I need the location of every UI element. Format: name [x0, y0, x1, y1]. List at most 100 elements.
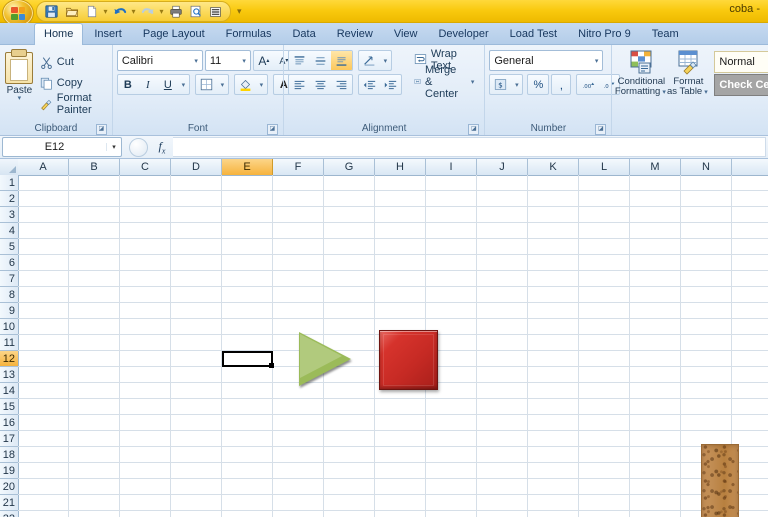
row-header-14[interactable]: 14: [0, 383, 18, 399]
red-square-shape[interactable]: [379, 330, 438, 390]
alignment-dialog-launcher[interactable]: ◪: [468, 124, 480, 135]
column-header-e[interactable]: E: [222, 159, 273, 175]
row-header-4[interactable]: 4: [0, 223, 18, 239]
tab-formulas[interactable]: Formulas: [216, 24, 282, 44]
row-header-5[interactable]: 5: [0, 239, 18, 255]
align-top-button[interactable]: [289, 51, 310, 70]
row-header-11[interactable]: 11: [0, 335, 18, 351]
insert-function-icon[interactable]: fx: [151, 139, 173, 155]
list-icon[interactable]: [207, 4, 224, 19]
row-header-12[interactable]: 12: [0, 351, 18, 367]
row-header-16[interactable]: 16: [0, 415, 18, 431]
cell-style-check-cell[interactable]: Check Ce: [714, 74, 768, 96]
row-header-21[interactable]: 21: [0, 495, 18, 511]
row-header-1[interactable]: 1: [0, 175, 18, 191]
undo-icon[interactable]: [111, 4, 128, 19]
column-header-n[interactable]: N: [681, 159, 732, 175]
row-header-18[interactable]: 18: [0, 447, 18, 463]
accounting-format-button[interactable]: $: [490, 75, 511, 94]
tab-nitro-pro-9[interactable]: Nitro Pro 9: [568, 24, 641, 44]
font-dialog-launcher[interactable]: ◪: [266, 124, 278, 135]
font-size-combo[interactable]: 11 ▾: [204, 50, 251, 71]
column-header-f[interactable]: F: [273, 159, 324, 175]
row-header-8[interactable]: 8: [0, 287, 18, 303]
name-box-dropdown-icon[interactable]: ▾: [106, 143, 121, 151]
name-box[interactable]: E12 ▾: [2, 137, 122, 157]
chevron-down-icon[interactable]: ▾: [593, 57, 601, 65]
font-name-combo[interactable]: Calibri ▾: [116, 50, 203, 71]
align-middle-button[interactable]: [310, 51, 331, 70]
row-header-13[interactable]: 13: [0, 367, 18, 383]
row-header-19[interactable]: 19: [0, 463, 18, 479]
formula-input[interactable]: [173, 137, 766, 157]
decrease-indent-button[interactable]: [359, 75, 380, 94]
underline-dropdown-icon[interactable]: ▾: [178, 75, 189, 94]
increase-decimal-button[interactable]: .00: [577, 75, 598, 94]
align-center-button[interactable]: [310, 75, 331, 94]
print-icon[interactable]: [167, 4, 184, 19]
chevron-down-icon[interactable]: ▾: [192, 57, 200, 65]
print-preview-icon[interactable]: [187, 4, 204, 19]
column-header-d[interactable]: D: [171, 159, 222, 175]
select-all-corner[interactable]: [0, 159, 19, 176]
column-header-i[interactable]: I: [426, 159, 477, 175]
increase-indent-button[interactable]: [380, 75, 401, 94]
row-header-17[interactable]: 17: [0, 431, 18, 447]
row-header-7[interactable]: 7: [0, 271, 18, 287]
tab-page-layout[interactable]: Page Layout: [133, 24, 215, 44]
underline-button[interactable]: U: [158, 75, 178, 94]
orientation-dropdown-icon[interactable]: ▾: [380, 51, 391, 70]
number-format-combo[interactable]: General ▾: [489, 50, 604, 71]
column-header-l[interactable]: L: [579, 159, 630, 175]
grow-font-button[interactable]: A ▴: [254, 51, 274, 70]
tab-data[interactable]: Data: [282, 24, 325, 44]
copy-button[interactable]: Copy: [35, 73, 108, 93]
tab-developer[interactable]: Developer: [428, 24, 498, 44]
align-right-button[interactable]: [331, 75, 352, 94]
format-as-table-button[interactable]: Format as Table ▾: [666, 50, 710, 98]
column-header-b[interactable]: B: [69, 159, 120, 175]
tab-load-test[interactable]: Load Test: [500, 24, 568, 44]
row-header-3[interactable]: 3: [0, 207, 18, 223]
cancel-formula-icon[interactable]: [129, 137, 148, 157]
row-header-10[interactable]: 10: [0, 319, 18, 335]
qat-customize-icon[interactable]: ▾: [237, 6, 242, 17]
fill-color-button[interactable]: [235, 75, 256, 94]
column-header-m[interactable]: M: [630, 159, 681, 175]
paste-button[interactable]: Paste ▾: [4, 49, 35, 102]
fill-color-dropdown-icon[interactable]: ▾: [256, 75, 267, 94]
open-icon[interactable]: [63, 4, 80, 19]
row-header-9[interactable]: 9: [0, 303, 18, 319]
chevron-down-icon[interactable]: ▾: [240, 57, 248, 65]
align-bottom-button[interactable]: [330, 51, 352, 70]
accounting-dropdown-icon[interactable]: ▾: [511, 75, 522, 94]
new-icon[interactable]: [83, 4, 100, 19]
number-dialog-launcher[interactable]: ◪: [595, 124, 607, 135]
paste-dropdown-icon[interactable]: ▾: [18, 95, 22, 102]
borders-dropdown-icon[interactable]: ▾: [217, 75, 228, 94]
row-header-2[interactable]: 2: [0, 191, 18, 207]
row-header-20[interactable]: 20: [0, 479, 18, 495]
redo-icon[interactable]: [139, 4, 156, 19]
row-header-6[interactable]: 6: [0, 255, 18, 271]
column-header-h[interactable]: H: [375, 159, 426, 175]
tab-review[interactable]: Review: [327, 24, 383, 44]
cut-button[interactable]: Cut: [35, 52, 108, 72]
save-icon[interactable]: [43, 4, 60, 19]
format-painter-button[interactable]: Format Painter: [35, 92, 108, 116]
merge-center-button[interactable]: Merge & Center ▾: [410, 64, 481, 100]
column-header-j[interactable]: J: [477, 159, 528, 175]
italic-button[interactable]: I: [138, 75, 158, 94]
column-header-g[interactable]: G: [324, 159, 375, 175]
column-header-c[interactable]: C: [120, 159, 171, 175]
comma-style-button[interactable]: ,: [551, 74, 572, 95]
column-header-k[interactable]: K: [528, 159, 579, 175]
align-left-button[interactable]: [289, 75, 310, 94]
conditional-formatting-button[interactable]: Conditional Formatting ▾: [615, 50, 666, 98]
green-triangle-shape[interactable]: [299, 332, 351, 386]
active-cell-selection[interactable]: [222, 351, 274, 368]
cell-style-normal[interactable]: Normal: [714, 51, 768, 73]
percent-style-button[interactable]: %: [527, 74, 550, 95]
tab-insert[interactable]: Insert: [84, 24, 132, 44]
row-header-15[interactable]: 15: [0, 399, 18, 415]
